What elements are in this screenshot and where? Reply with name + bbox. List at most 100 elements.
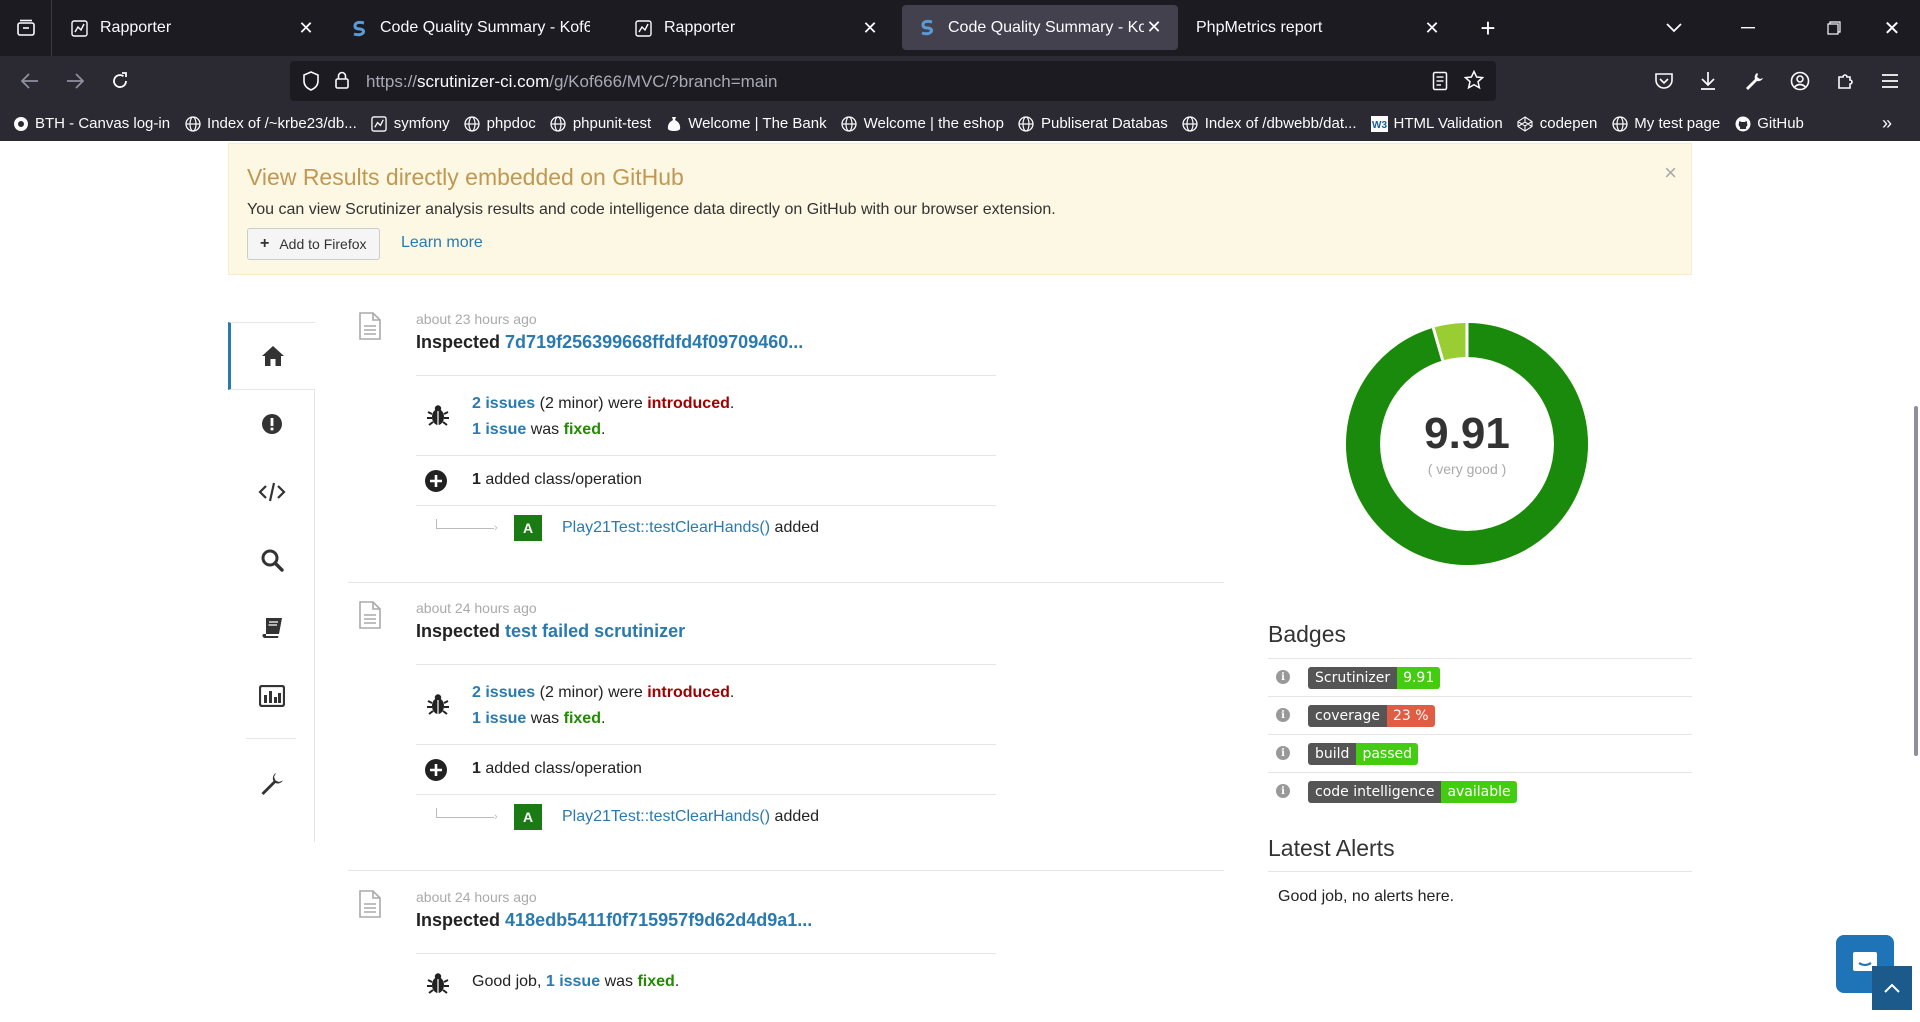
account-icon[interactable] bbox=[1788, 69, 1812, 93]
inspected-label: Inspected bbox=[416, 332, 501, 352]
coverage-badge[interactable]: coverage 23 % bbox=[1308, 705, 1435, 727]
issues-link[interactable]: 2 issues bbox=[472, 684, 535, 701]
scrutinizer-favicon-icon bbox=[918, 19, 936, 37]
tree-branch-line bbox=[436, 808, 494, 818]
bookmark-item[interactable]: symfony bbox=[371, 115, 450, 132]
reload-icon[interactable] bbox=[108, 69, 132, 93]
nav-search[interactable] bbox=[228, 526, 315, 594]
fixed-issue-link[interactable]: 1 issue bbox=[546, 973, 600, 990]
added-text: added class/operation bbox=[485, 760, 642, 777]
grade-badge: A bbox=[514, 515, 542, 541]
extensions-icon[interactable] bbox=[1834, 69, 1858, 93]
inspection-entry: about 24 hours ago Inspected 418edb5411f… bbox=[348, 889, 1224, 1019]
tab-overview-icon[interactable] bbox=[0, 0, 52, 56]
issues-fixed-line: 1 issue was fixed. bbox=[472, 421, 606, 438]
forward-arrow-icon[interactable] bbox=[63, 69, 87, 93]
bookmark-item[interactable]: codepen bbox=[1517, 115, 1597, 132]
wrench-icon[interactable] bbox=[1742, 69, 1766, 93]
tab-rapporter-1[interactable]: Rapporter ✕ bbox=[54, 0, 330, 56]
learn-more-link[interactable]: Learn more bbox=[401, 234, 483, 252]
window-close-icon[interactable]: ✕ bbox=[1880, 14, 1904, 42]
report-favicon-icon bbox=[70, 19, 88, 37]
banner-close-icon[interactable]: × bbox=[1664, 160, 1677, 186]
build-badge[interactable]: build passed bbox=[1308, 743, 1418, 765]
menu-hamburger-icon[interactable] bbox=[1878, 69, 1902, 93]
nav-code[interactable] bbox=[228, 458, 315, 526]
document-icon bbox=[358, 600, 382, 635]
commit-link[interactable]: 7d719f256399668ffdfd4f09709460... bbox=[505, 332, 803, 352]
bookmark-star-icon[interactable] bbox=[1463, 69, 1485, 95]
wrench-icon bbox=[261, 773, 283, 795]
shield-icon[interactable] bbox=[302, 71, 320, 96]
browser-tab-bar: Rapporter ✕ Code Quality Summary - Kof66… bbox=[0, 0, 1920, 56]
commit-link[interactable]: test failed scrutinizer bbox=[505, 621, 685, 641]
minimize-icon[interactable] bbox=[1736, 16, 1760, 40]
url-host: scrutinizer-ci.com bbox=[417, 72, 550, 91]
issues-introduced-line: 2 issues (2 minor) were introduced. bbox=[472, 684, 735, 701]
info-icon[interactable]: i bbox=[1276, 670, 1290, 684]
nav-statistics[interactable] bbox=[228, 662, 315, 730]
bookmark-item[interactable]: My test page bbox=[1611, 115, 1720, 132]
lock-icon[interactable] bbox=[334, 70, 350, 95]
tab-code-quality-1[interactable]: Code Quality Summary - Kof666/MVC bbox=[334, 0, 604, 56]
bookmark-item[interactable]: GitHub bbox=[1734, 115, 1804, 132]
document-icon bbox=[358, 889, 382, 924]
add-to-firefox-button[interactable]: + Add to Firefox bbox=[247, 228, 380, 260]
new-tab-plus-icon[interactable]: + bbox=[1474, 13, 1502, 43]
list-all-tabs-chevron-icon[interactable] bbox=[1662, 16, 1686, 40]
bookmark-item[interactable]: W3 HTML Validation bbox=[1370, 115, 1503, 132]
inspection-time: about 24 hours ago bbox=[416, 889, 537, 905]
pocket-icon[interactable] bbox=[1652, 69, 1676, 93]
bookmark-item[interactable]: Index of /~krbe23/db... bbox=[184, 115, 357, 132]
address-bar[interactable]: https://scrutinizer-ci.com/g/Kof666/MVC/… bbox=[290, 61, 1496, 101]
tab-phpmetrics[interactable]: PhpMetrics report ✕ bbox=[1180, 0, 1456, 56]
nav-docs[interactable] bbox=[228, 594, 315, 662]
restore-icon[interactable] bbox=[1822, 16, 1846, 40]
bookmark-item[interactable]: Welcome | the eshop bbox=[841, 115, 1004, 132]
github-extension-banner: View Results directly embedded on GitHub… bbox=[228, 143, 1692, 275]
downloads-icon[interactable] bbox=[1696, 69, 1720, 93]
bug-icon bbox=[426, 692, 450, 721]
page-scrollbar[interactable] bbox=[1914, 406, 1918, 756]
bookmark-item[interactable]: phpunit-test bbox=[550, 115, 651, 132]
bookmark-item[interactable]: phpdoc bbox=[464, 115, 536, 132]
code-icon bbox=[257, 482, 286, 502]
fixed-issue-link[interactable]: 1 issue bbox=[472, 710, 526, 727]
nav-settings[interactable] bbox=[228, 750, 315, 818]
tab-close-icon[interactable]: ✕ bbox=[296, 18, 316, 38]
tab-rapporter-2[interactable]: Rapporter ✕ bbox=[618, 0, 894, 56]
info-icon[interactable]: i bbox=[1276, 784, 1290, 798]
fixed-issue-link[interactable]: 1 issue bbox=[472, 421, 526, 438]
commit-link[interactable]: 418edb5411f0f715957f9d62d4d9a1... bbox=[505, 910, 812, 930]
code-intelligence-badge[interactable]: code intelligence available bbox=[1308, 781, 1517, 803]
bookmark-item[interactable]: Publiserat Databas bbox=[1018, 115, 1168, 132]
chevron-up-icon bbox=[1884, 983, 1900, 993]
bookmark-label: Welcome | the eshop bbox=[863, 115, 1004, 132]
tab-close-icon[interactable]: ✕ bbox=[1144, 17, 1164, 38]
globe-icon bbox=[841, 115, 858, 132]
badges-heading: Badges bbox=[1268, 621, 1347, 647]
scroll-to-top-button[interactable] bbox=[1872, 966, 1912, 1010]
tab-title: Rapporter bbox=[664, 19, 736, 36]
bookmark-item[interactable]: BTH - Canvas log-in bbox=[12, 115, 170, 132]
issues-link[interactable]: 2 issues bbox=[472, 395, 535, 412]
scrutinizer-badge[interactable]: Scrutinizer 9.91 bbox=[1308, 667, 1441, 689]
class-link[interactable]: Play21Test::testClearHands() bbox=[562, 808, 770, 825]
reader-view-icon[interactable] bbox=[1432, 71, 1448, 96]
bookmark-item[interactable]: Welcome | The Bank bbox=[665, 115, 827, 132]
search-icon bbox=[261, 549, 284, 572]
nav-issues[interactable] bbox=[228, 390, 315, 458]
bookmark-item[interactable]: Index of /dbwebb/dat... bbox=[1182, 115, 1357, 132]
bookmarks-overflow-chevron-icon[interactable]: » bbox=[1882, 113, 1892, 134]
tab-code-quality-active[interactable]: Code Quality Summary - Kof666/MVC ✕ bbox=[902, 5, 1178, 50]
info-icon[interactable]: i bbox=[1276, 708, 1290, 722]
entry-divider bbox=[348, 582, 1224, 583]
tab-close-icon[interactable]: ✕ bbox=[860, 18, 880, 38]
tab-close-icon[interactable]: ✕ bbox=[1422, 18, 1442, 38]
info-icon[interactable]: i bbox=[1276, 746, 1290, 760]
codepen-icon bbox=[1517, 115, 1534, 132]
nav-home[interactable] bbox=[228, 322, 315, 390]
badge-value: 9.91 bbox=[1397, 667, 1441, 689]
back-arrow-icon[interactable] bbox=[18, 69, 42, 93]
class-link[interactable]: Play21Test::testClearHands() bbox=[562, 519, 770, 536]
